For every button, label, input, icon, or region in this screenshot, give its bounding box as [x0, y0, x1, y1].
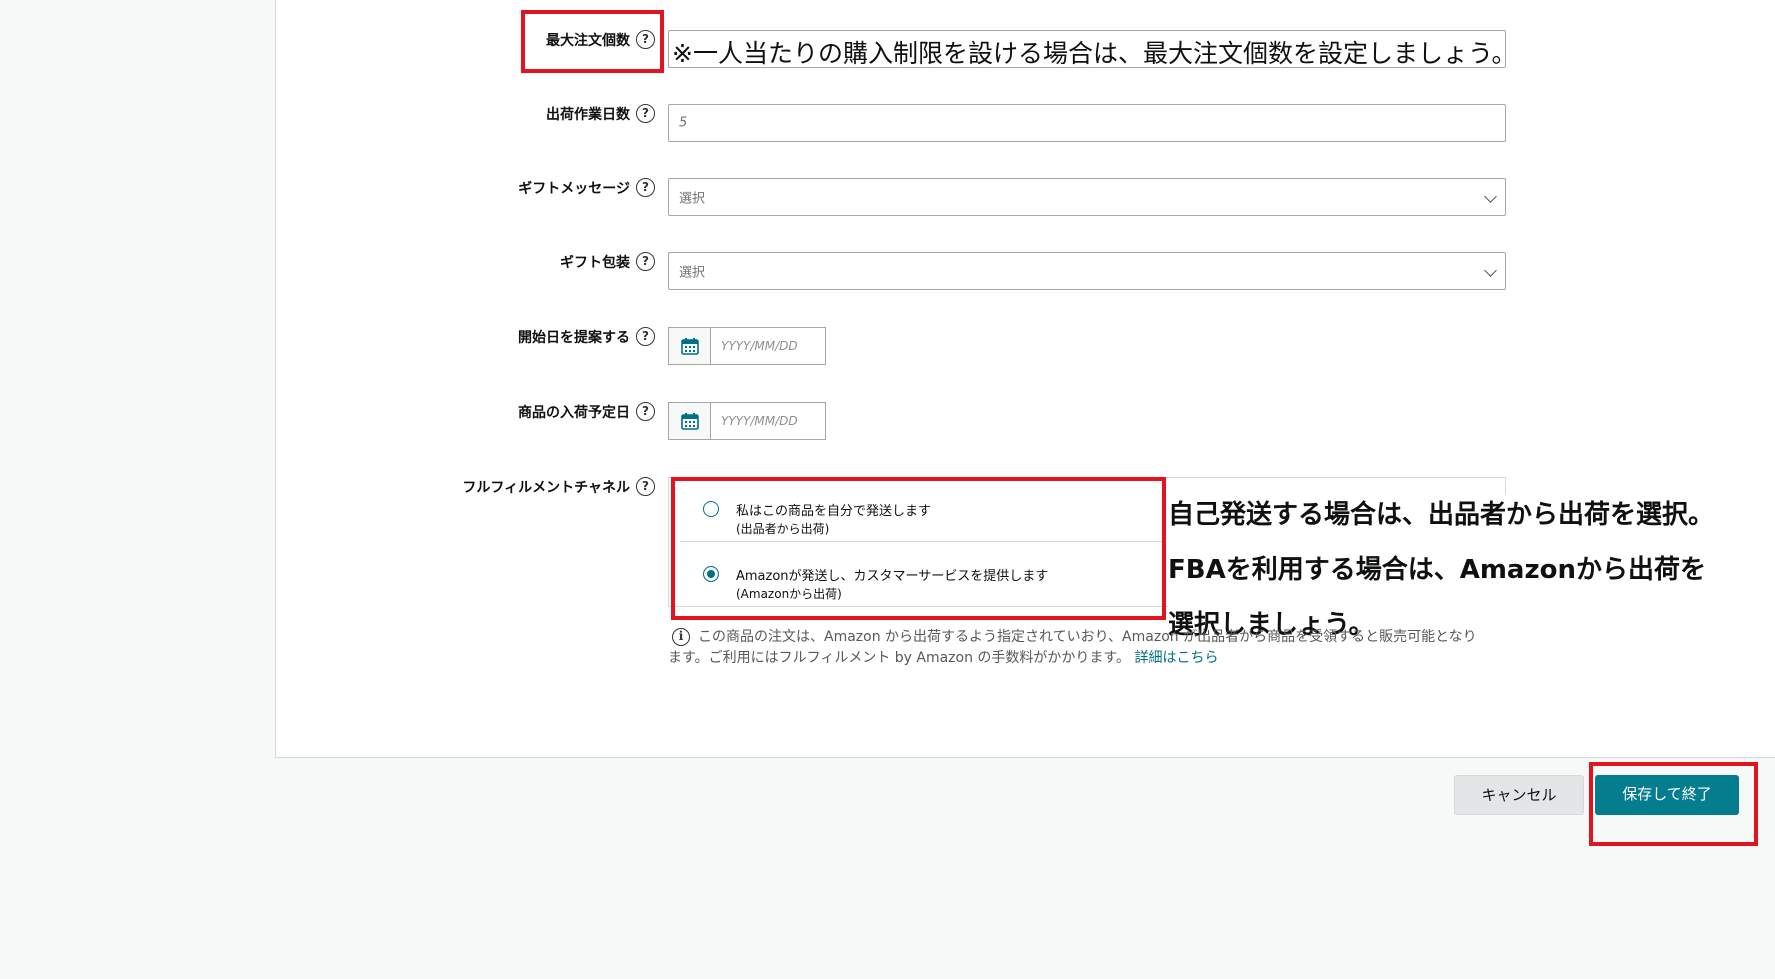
highlight-box-fulfillment: [671, 477, 1166, 620]
restock-date-picker[interactable]: YYYY/MM/DD: [668, 402, 826, 440]
fulfillment-note-line1: この商品の注文は、Amazon から出荷するよう指定されていおり、Amazon …: [698, 629, 1477, 645]
fulfillment-label: フルフィルメントチャネル: [462, 480, 630, 496]
fulfillment-annotation-line1: 自己発送する場合は、出品者から出荷を選択。: [1168, 500, 1715, 530]
chevron-down-icon: [1484, 264, 1497, 277]
fulfillment-annotation: 自己発送する場合は、出品者から出荷を選択。 FBAを利用する場合は、Amazon…: [1168, 494, 1721, 641]
gift-wrap-select[interactable]: 選択: [668, 252, 1506, 290]
help-icon[interactable]: ?: [636, 327, 655, 346]
fulfillment-note-line2: ます。ご利用にはフルフィルメント by Amazon の手数料がかかります。: [668, 650, 1131, 666]
highlight-box-max-order: [521, 10, 664, 73]
restock-date-input[interactable]: YYYY/MM/DD: [710, 402, 826, 440]
start-date-label: 開始日を提案する: [518, 330, 630, 346]
start-date-input[interactable]: YYYY/MM/DD: [710, 327, 826, 365]
calendar-icon[interactable]: [668, 327, 710, 365]
fulfillment-annotation-line2: FBAを利用する場合は、Amazonから出荷を: [1168, 555, 1706, 585]
highlight-box-save: [1589, 762, 1758, 846]
gift-message-select[interactable]: 選択: [668, 178, 1506, 216]
max-order-annotation: ※一人当たりの購入制限を設ける場合は、最大注文個数を設定しましょう。: [672, 39, 1517, 68]
gift-message-label: ギフトメッセージ: [518, 181, 630, 197]
chevron-down-icon: [1484, 190, 1497, 203]
cancel-button[interactable]: キャンセル: [1454, 775, 1584, 815]
handling-time-input[interactable]: 5: [668, 104, 1506, 142]
fulfillment-note: この商品の注文は、Amazon から出荷するよう指定されていおり、Amazon …: [668, 627, 1528, 669]
help-icon[interactable]: ?: [636, 402, 655, 421]
calendar-icon[interactable]: [668, 402, 710, 440]
help-icon[interactable]: ?: [636, 477, 655, 496]
gift-wrap-value: 選択: [679, 265, 706, 281]
help-icon[interactable]: ?: [636, 178, 655, 197]
handling-time-label: 出荷作業日数: [546, 107, 630, 123]
gift-wrap-label: ギフト包装: [560, 255, 630, 271]
restock-date-label: 商品の入荷予定日: [518, 405, 630, 421]
help-icon[interactable]: ?: [636, 104, 655, 123]
start-date-picker[interactable]: YYYY/MM/DD: [668, 327, 826, 365]
details-link[interactable]: 詳細はこちら: [1134, 650, 1218, 666]
help-icon[interactable]: ?: [636, 252, 655, 271]
gift-message-value: 選択: [679, 191, 706, 207]
handling-time-value: 5: [679, 115, 688, 131]
